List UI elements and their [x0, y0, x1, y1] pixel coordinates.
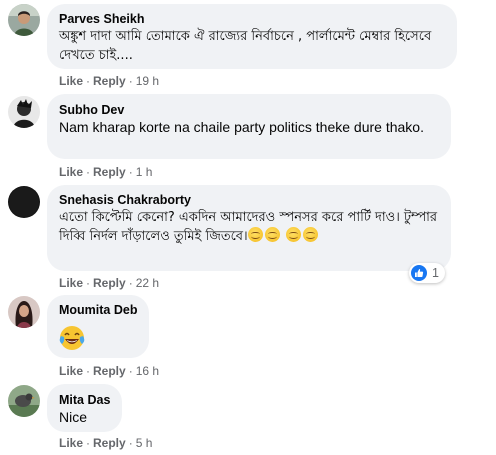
avatar[interactable] — [8, 4, 40, 36]
reaction-count: 1 — [432, 266, 439, 280]
separator: · — [86, 74, 91, 88]
comment-author-name[interactable]: Subho Dev — [59, 102, 439, 118]
comment-bubble: Mita Das Nice — [47, 384, 122, 432]
comment-bubble: Snehasis Chakraborty এতো কিপ্টেমি কেনো? … — [47, 185, 451, 271]
comment-bubble: Subho Dev Nam kharap korte na chaile par… — [47, 94, 451, 159]
reply-button[interactable]: Reply — [93, 364, 126, 378]
comment-actions: Like · Reply · 16 h — [59, 364, 159, 378]
avatar-photo-icon — [8, 186, 40, 218]
comment-timestamp[interactable]: 16 h — [136, 364, 159, 378]
avatar[interactable] — [8, 96, 40, 128]
comment-text: এতো কিপ্টেমি কেনো? একদিন আমাদেরও স্পনসর … — [59, 208, 441, 246]
comment-actions: Like · Reply · 19 h — [59, 74, 159, 88]
like-button[interactable]: Like — [59, 74, 83, 88]
comment-text: Nam kharap korte na chaile party politic… — [59, 119, 424, 135]
comment-actions: Like · Reply · 1 h — [59, 165, 152, 179]
avatar-photo-icon — [8, 296, 40, 328]
separator: · — [86, 276, 91, 290]
separator: · — [128, 165, 133, 179]
reaction-summary[interactable]: 1 — [409, 263, 445, 283]
avatar-photo-icon — [8, 385, 40, 417]
comment-bubble: Parves Sheikh অঙ্কুশ দাদা আমি তোমাকে ঐ র… — [47, 4, 457, 69]
comment-author-name[interactable]: Parves Sheikh — [59, 11, 445, 27]
comment-timestamp[interactable]: 22 h — [136, 276, 159, 290]
smiling-face-icon — [264, 227, 280, 242]
comment-author-name[interactable]: Snehasis Chakraborty — [59, 192, 439, 208]
avatar[interactable] — [8, 186, 40, 218]
avatar[interactable] — [8, 385, 40, 417]
separator: · — [128, 364, 133, 378]
comment-author-name[interactable]: Moumita Deb — [59, 302, 137, 318]
separator: · — [86, 165, 91, 179]
comment-text: Nice — [59, 409, 88, 425]
avatar-photo-icon — [8, 96, 40, 128]
avatar[interactable] — [8, 296, 40, 328]
comment-timestamp[interactable]: 5 h — [136, 436, 153, 450]
like-button[interactable]: Like — [59, 364, 83, 378]
separator: · — [128, 436, 133, 450]
comment-text: অঙ্কুশ দাদা আমি তোমাকে ঐ রাজ্যের নির্বাচ… — [59, 29, 436, 63]
reply-button[interactable]: Reply — [93, 74, 126, 88]
comment-timestamp[interactable]: 1 h — [136, 165, 153, 179]
comment-actions: Like · Reply · 22 h — [59, 276, 159, 290]
like-button[interactable]: Like — [59, 276, 83, 290]
smiling-face-icon — [302, 227, 318, 242]
comment-actions: Like · Reply · 5 h — [59, 436, 152, 450]
separator: · — [128, 74, 133, 88]
avatar-photo-icon — [8, 4, 40, 36]
reply-button[interactable]: Reply — [93, 436, 126, 450]
smiling-face-icon — [285, 227, 301, 242]
separator: · — [86, 364, 91, 378]
separator: · — [86, 436, 91, 450]
like-icon — [411, 265, 427, 281]
smiling-face-icon — [247, 227, 263, 242]
comment-emoji — [59, 325, 137, 351]
laughing-crying-icon — [59, 326, 85, 350]
like-button[interactable]: Like — [59, 436, 83, 450]
comment-bubble: Moumita Deb — [47, 295, 149, 358]
comment-timestamp[interactable]: 19 h — [136, 74, 159, 88]
reply-button[interactable]: Reply — [93, 276, 126, 290]
like-button[interactable]: Like — [59, 165, 83, 179]
separator: · — [128, 276, 133, 290]
comment-author-name[interactable]: Mita Das — [59, 392, 110, 408]
reply-button[interactable]: Reply — [93, 165, 126, 179]
